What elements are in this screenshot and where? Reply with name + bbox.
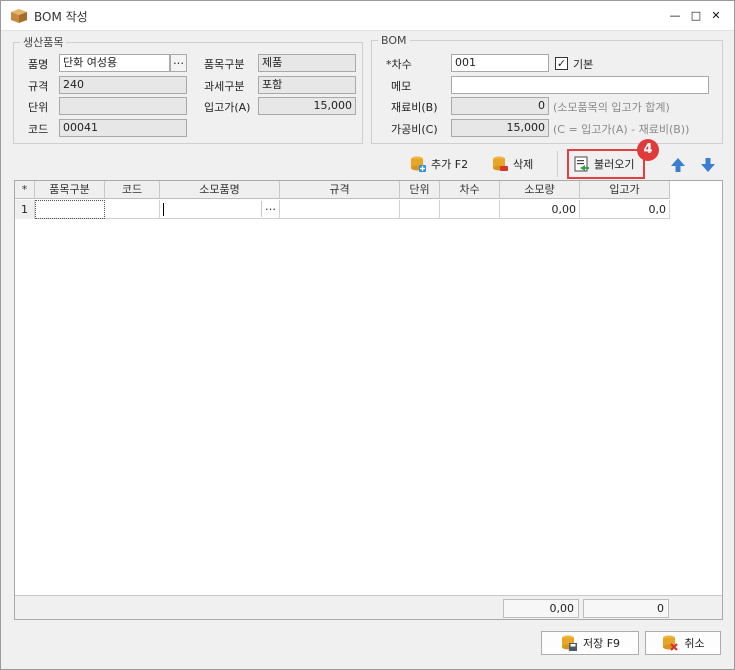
text-cursor — [163, 203, 164, 216]
process-cost-hint: (C = 입고가(A) - 재료비(B)) — [553, 123, 690, 136]
grid-footer: 0,00 0 — [15, 595, 722, 619]
sum-price: 0 — [583, 599, 669, 618]
maximize-icon[interactable]: □ — [687, 7, 705, 25]
col-header-unit[interactable]: 단위 — [400, 181, 440, 199]
cell-code[interactable] — [105, 200, 160, 219]
cell-name[interactable]: … — [160, 200, 280, 219]
load-button-label: 불러오기 — [594, 158, 635, 171]
cell-price[interactable]: 0,0 — [580, 200, 670, 219]
memo-field[interactable] — [451, 76, 709, 94]
category-field[interactable]: 제품 — [258, 54, 356, 72]
close-icon[interactable]: ✕ — [707, 7, 725, 25]
name-label: 품명 — [28, 58, 49, 71]
code-field[interactable]: 00041 — [59, 119, 187, 137]
product-group-legend: 생산품목 — [23, 36, 64, 49]
sum-qty: 0,00 — [503, 599, 579, 618]
col-header-category[interactable]: 품목구분 — [35, 181, 105, 199]
col-header-revision[interactable]: 차수 — [440, 181, 500, 199]
col-header-name[interactable]: 소모품명 — [160, 181, 280, 199]
add-db-icon — [411, 156, 426, 172]
save-button[interactable]: 저장 F9 — [541, 631, 639, 655]
tax-field[interactable]: 포함 — [258, 76, 356, 94]
default-label: 기본 — [573, 58, 594, 71]
delete-button-label: 삭제 — [513, 158, 534, 171]
add-button[interactable]: 추가 F2 — [405, 152, 472, 176]
grid-header: * 품목구분 코드 소모품명 규격 단위 차수 소모량 입고가 — [15, 181, 670, 199]
load-button[interactable]: 불러오기 — [570, 152, 638, 176]
minimize-icon[interactable]: — — [666, 7, 684, 25]
unit-label: 단위 — [28, 101, 49, 114]
name-field[interactable]: 단화 여성용 — [59, 54, 170, 72]
cell-revision[interactable] — [440, 200, 500, 219]
col-header-marker: * — [15, 181, 35, 199]
unit-field[interactable] — [59, 97, 187, 115]
delete-button[interactable]: 삭제 — [487, 152, 537, 176]
name-cell-lookup-button[interactable]: … — [261, 201, 279, 217]
load-icon — [574, 156, 589, 172]
process-cost-field[interactable]: 15,000 — [451, 119, 549, 137]
save-icon — [561, 635, 577, 651]
move-down-icon[interactable] — [699, 156, 717, 174]
category-label: 품목구분 — [204, 58, 245, 71]
default-checkbox[interactable]: ✓ — [555, 57, 568, 70]
cell-unit[interactable] — [400, 200, 440, 219]
inprice-label: 입고가(A) — [204, 101, 251, 114]
cancel-icon — [663, 635, 679, 651]
revision-field[interactable]: 001 — [451, 54, 549, 72]
row-number: 1 — [15, 200, 35, 219]
delete-db-icon — [493, 156, 508, 171]
spec-field[interactable]: 240 — [59, 76, 187, 94]
tax-label: 과세구분 — [204, 80, 245, 93]
inprice-field[interactable]: 15,000 — [258, 97, 356, 115]
spec-label: 규격 — [28, 80, 49, 93]
code-label: 코드 — [28, 123, 49, 136]
save-button-label: 저장 F9 — [582, 637, 621, 650]
material-cost-label: 재료비(B) — [391, 101, 438, 114]
cell-category[interactable] — [35, 200, 105, 219]
col-header-code[interactable]: 코드 — [105, 181, 160, 199]
revision-label: *차수 — [386, 58, 412, 71]
table-row[interactable]: 1 … 0,00 0,0 — [15, 200, 670, 219]
window-title: BOM 작성 — [34, 10, 88, 24]
cell-spec[interactable] — [280, 200, 400, 219]
toolbar-separator — [557, 151, 558, 177]
bom-grid[interactable]: * 품목구분 코드 소모품명 규격 단위 차수 소모량 입고가 1 … 0,00… — [14, 180, 723, 620]
add-button-label: 추가 F2 — [431, 158, 469, 171]
move-up-icon[interactable] — [669, 156, 687, 174]
name-lookup-button[interactable]: … — [170, 54, 187, 72]
box-icon — [11, 9, 27, 23]
cell-qty[interactable]: 0,00 — [500, 200, 580, 219]
step-badge: 4 — [637, 139, 659, 161]
cancel-button-label: 취소 — [684, 637, 705, 650]
material-cost-field[interactable]: 0 — [451, 97, 549, 115]
cancel-button[interactable]: 취소 — [645, 631, 721, 655]
col-header-qty[interactable]: 소모량 — [500, 181, 580, 199]
bom-group-legend: BOM — [381, 34, 407, 47]
title-bar[interactable]: BOM 작성 — □ ✕ — [1, 1, 734, 31]
col-header-price[interactable]: 입고가 — [580, 181, 670, 199]
process-cost-label: 가공비(C) — [391, 123, 438, 136]
memo-label: 메모 — [391, 80, 412, 93]
material-cost-hint: (소모품목의 입고가 합계) — [553, 101, 670, 114]
col-header-spec[interactable]: 규격 — [280, 181, 400, 199]
bom-window: BOM 작성 — □ ✕ 생산품목 품명 단화 여성용 … 규격 240 단위 … — [0, 0, 735, 670]
